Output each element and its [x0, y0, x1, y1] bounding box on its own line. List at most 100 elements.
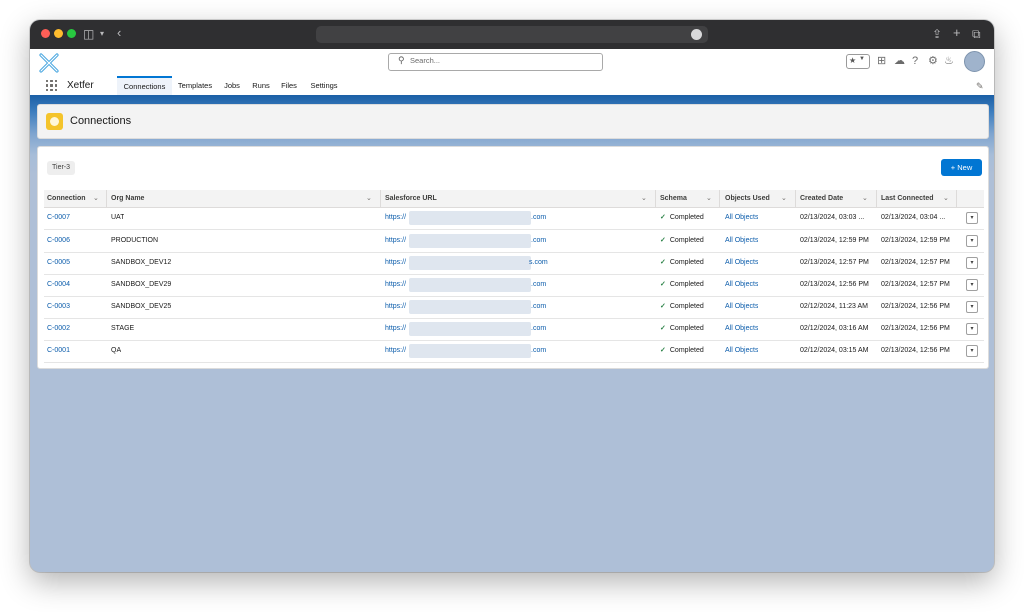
tab-templates[interactable]: Templates [174, 76, 216, 95]
column-divider[interactable] [795, 190, 796, 207]
column-header-objects-used[interactable]: Objects Used ⌄ [725, 190, 787, 207]
sidebar-icon[interactable]: ◫ [83, 27, 94, 41]
column-divider[interactable] [380, 190, 381, 207]
salesforce-url-link[interactable]: https://s.com [385, 252, 645, 274]
salesforce-url-link[interactable]: https://.com [385, 274, 645, 296]
chevron-down-icon[interactable]: ▾ [100, 27, 104, 41]
row-actions-button[interactable]: ▾ [966, 345, 978, 357]
tab-jobs[interactable]: Jobs [220, 76, 244, 95]
row-actions-button[interactable]: ▾ [966, 301, 978, 313]
row-actions-button[interactable]: ▾ [966, 323, 978, 335]
favorites-button[interactable]: ★ ▼ [846, 54, 870, 69]
new-connection-button[interactable]: + New [941, 159, 982, 176]
tier-filter-pill[interactable]: Tier-3 [47, 161, 76, 175]
reader-icon[interactable] [691, 29, 702, 40]
column-header-org-name[interactable]: Org Name ⌄ [111, 190, 372, 207]
avatar[interactable] [964, 51, 985, 72]
redacted-block [409, 322, 531, 336]
column-divider[interactable] [655, 190, 656, 207]
check-icon: ✓ [660, 214, 666, 221]
column-divider[interactable] [106, 190, 107, 207]
org-name: UAT [111, 214, 125, 221]
column-divider[interactable] [876, 190, 877, 207]
add-icon[interactable]: ⊞ [877, 55, 886, 67]
tab-files[interactable]: Files [278, 76, 300, 95]
chevron-down-icon[interactable]: ⌄ [706, 190, 712, 207]
check-icon: ✓ [660, 325, 666, 332]
app-name: Xetfer [67, 80, 94, 91]
minimize-window-button[interactable] [54, 29, 63, 38]
chevron-down-icon[interactable]: ⌄ [366, 190, 372, 207]
gear-icon[interactable]: ⚙ [928, 55, 938, 67]
chevron-down-icon[interactable]: ⌄ [862, 190, 868, 207]
browser-window: ◫ ▾ ‹ ⇪ + ⧉ ⚲ Search... ★ ▼ ⊞ ☁ ? ⚙ ♨ Xe… [30, 20, 994, 572]
salesforce-url-link[interactable]: https://.com [385, 340, 645, 362]
chevron-down-icon[interactable]: ⌄ [943, 190, 949, 207]
cloud-icon[interactable]: ☁ [894, 55, 905, 67]
new-tab-icon[interactable]: + [953, 26, 961, 40]
help-icon[interactable]: ? [912, 55, 918, 67]
redacted-block [409, 211, 531, 225]
tab-connections[interactable]: Connections [117, 76, 172, 95]
org-name: PRODUCTION [111, 237, 159, 244]
table-row: C-0002 STAGE https://.com ✓ Completed All… [44, 318, 984, 341]
column-header-salesforce-url[interactable]: Salesforce URL ⌄ [385, 190, 647, 207]
objects-used-link[interactable]: All Objects [725, 207, 758, 229]
edit-nav-icon[interactable]: ✎ [976, 81, 984, 92]
row-actions-button[interactable]: ▾ [966, 257, 978, 269]
redacted-block [409, 256, 531, 270]
connection-id-link[interactable]: C-0006 [47, 230, 70, 252]
connection-id-link[interactable]: C-0002 [47, 318, 70, 340]
salesforce-url-link[interactable]: https://.com [385, 296, 645, 318]
connection-id-link[interactable]: C-0001 [47, 340, 70, 362]
redacted-block [409, 300, 531, 314]
column-header-created-date[interactable]: Created Date ⌄ [800, 190, 868, 207]
created-date: 02/12/2024, 03:15 AM [800, 347, 869, 354]
chevron-down-icon[interactable]: ⌄ [781, 190, 787, 207]
close-window-button[interactable] [41, 29, 50, 38]
schema-status: ✓ Completed [660, 281, 704, 288]
row-actions-button[interactable]: ▾ [966, 235, 978, 247]
salesforce-url-link[interactable]: https://.com [385, 230, 645, 252]
connection-id-link[interactable]: C-0007 [47, 207, 70, 229]
share-icon[interactable]: ⇪ [932, 27, 942, 41]
back-icon[interactable]: ‹ [117, 26, 121, 40]
objects-used-link[interactable]: All Objects [725, 340, 758, 362]
column-header-schema[interactable]: Schema ⌄ [660, 190, 712, 207]
schema-status: ✓ Completed [660, 259, 704, 266]
tab-runs[interactable]: Runs [249, 76, 273, 95]
column-header-connection[interactable]: Connection ⌄ [47, 190, 99, 207]
chevron-down-icon[interactable]: ⌄ [641, 190, 647, 207]
xetfer-logo-icon[interactable] [38, 52, 60, 74]
column-header-last-connected[interactable]: Last Connected ⌄ [881, 190, 949, 207]
salesforce-url-link[interactable]: https://.com [385, 318, 645, 340]
created-date: 02/12/2024, 03:16 AM [800, 325, 869, 332]
chevron-down-icon[interactable]: ⌄ [93, 190, 99, 207]
tab-overview-icon[interactable]: ⧉ [972, 27, 981, 41]
column-divider[interactable] [956, 190, 957, 207]
objects-used-link[interactable]: All Objects [725, 296, 758, 318]
connection-id-link[interactable]: C-0003 [47, 296, 70, 318]
objects-used-link[interactable]: All Objects [725, 252, 758, 274]
objects-used-link[interactable]: All Objects [725, 274, 758, 296]
connection-id-link[interactable]: C-0005 [47, 252, 70, 274]
app-launcher-icon[interactable] [46, 80, 57, 91]
schema-status: ✓ Completed [660, 303, 704, 310]
objects-used-link[interactable]: All Objects [725, 230, 758, 252]
tab-settings[interactable]: Settings [306, 76, 342, 95]
row-actions-button[interactable]: ▾ [966, 212, 978, 224]
global-search-input[interactable]: ⚲ Search... [388, 53, 603, 71]
bell-icon[interactable]: ♨ [944, 55, 954, 67]
objects-used-link[interactable]: All Objects [725, 318, 758, 340]
schema-status: ✓ Completed [660, 325, 704, 332]
zoom-window-button[interactable] [67, 29, 76, 38]
app-header: ⚲ Search... ★ ▼ ⊞ ☁ ? ⚙ ♨ Xetfer Connect… [30, 49, 994, 95]
address-bar[interactable] [316, 26, 708, 43]
column-divider[interactable] [719, 190, 720, 207]
last-connected: 02/13/2024, 12:57 PM [881, 281, 950, 288]
salesforce-url-link[interactable]: https://.com [385, 207, 645, 229]
row-actions-button[interactable]: ▾ [966, 279, 978, 291]
chevron-down-icon: ▼ [859, 56, 865, 62]
connection-id-link[interactable]: C-0004 [47, 274, 70, 296]
schema-status: ✓ Completed [660, 214, 704, 221]
